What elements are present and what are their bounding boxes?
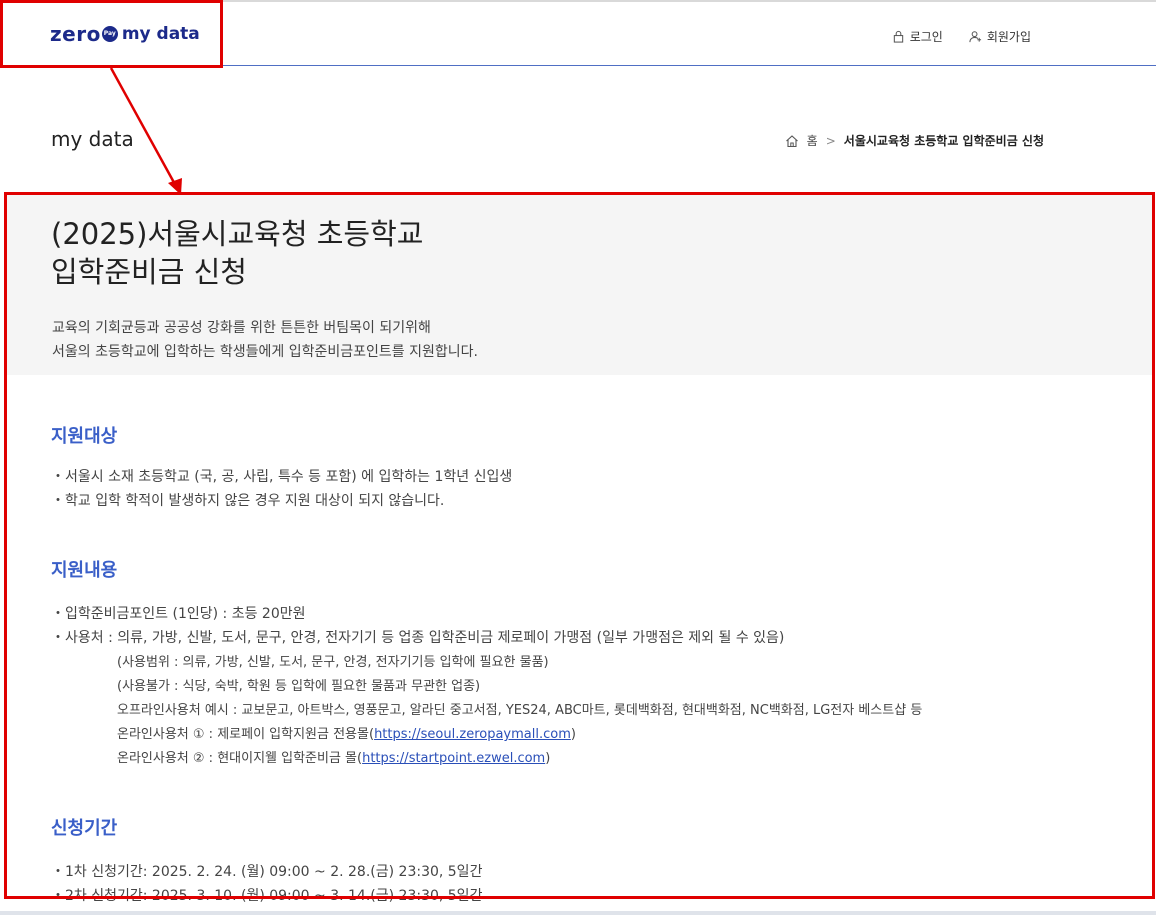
breadcrumb-current: 서울시교육청 초등학교 입학준비금 신청 — [843, 134, 1044, 148]
annotation-box-logo — [0, 0, 223, 68]
chevron-right-icon: > — [825, 133, 836, 148]
page-title: my data — [51, 127, 134, 151]
auth-menu: 로그인 회원가입 — [892, 28, 1031, 45]
signup-label: 회원가입 — [986, 30, 1031, 44]
login-label: 로그인 — [909, 30, 943, 44]
annotation-box-content — [4, 192, 1155, 899]
breadcrumb-home[interactable]: 홈 — [807, 132, 818, 149]
lock-icon — [893, 30, 903, 43]
login-link[interactable]: 로그인 — [892, 28, 943, 45]
add-user-icon — [969, 31, 981, 43]
home-icon[interactable] — [785, 134, 799, 148]
signup-link[interactable]: 회원가입 — [969, 28, 1031, 45]
bottom-border — [0, 911, 1156, 915]
breadcrumb: 홈 > 서울시교육청 초등학교 입학준비금 신청 — [785, 132, 1044, 149]
